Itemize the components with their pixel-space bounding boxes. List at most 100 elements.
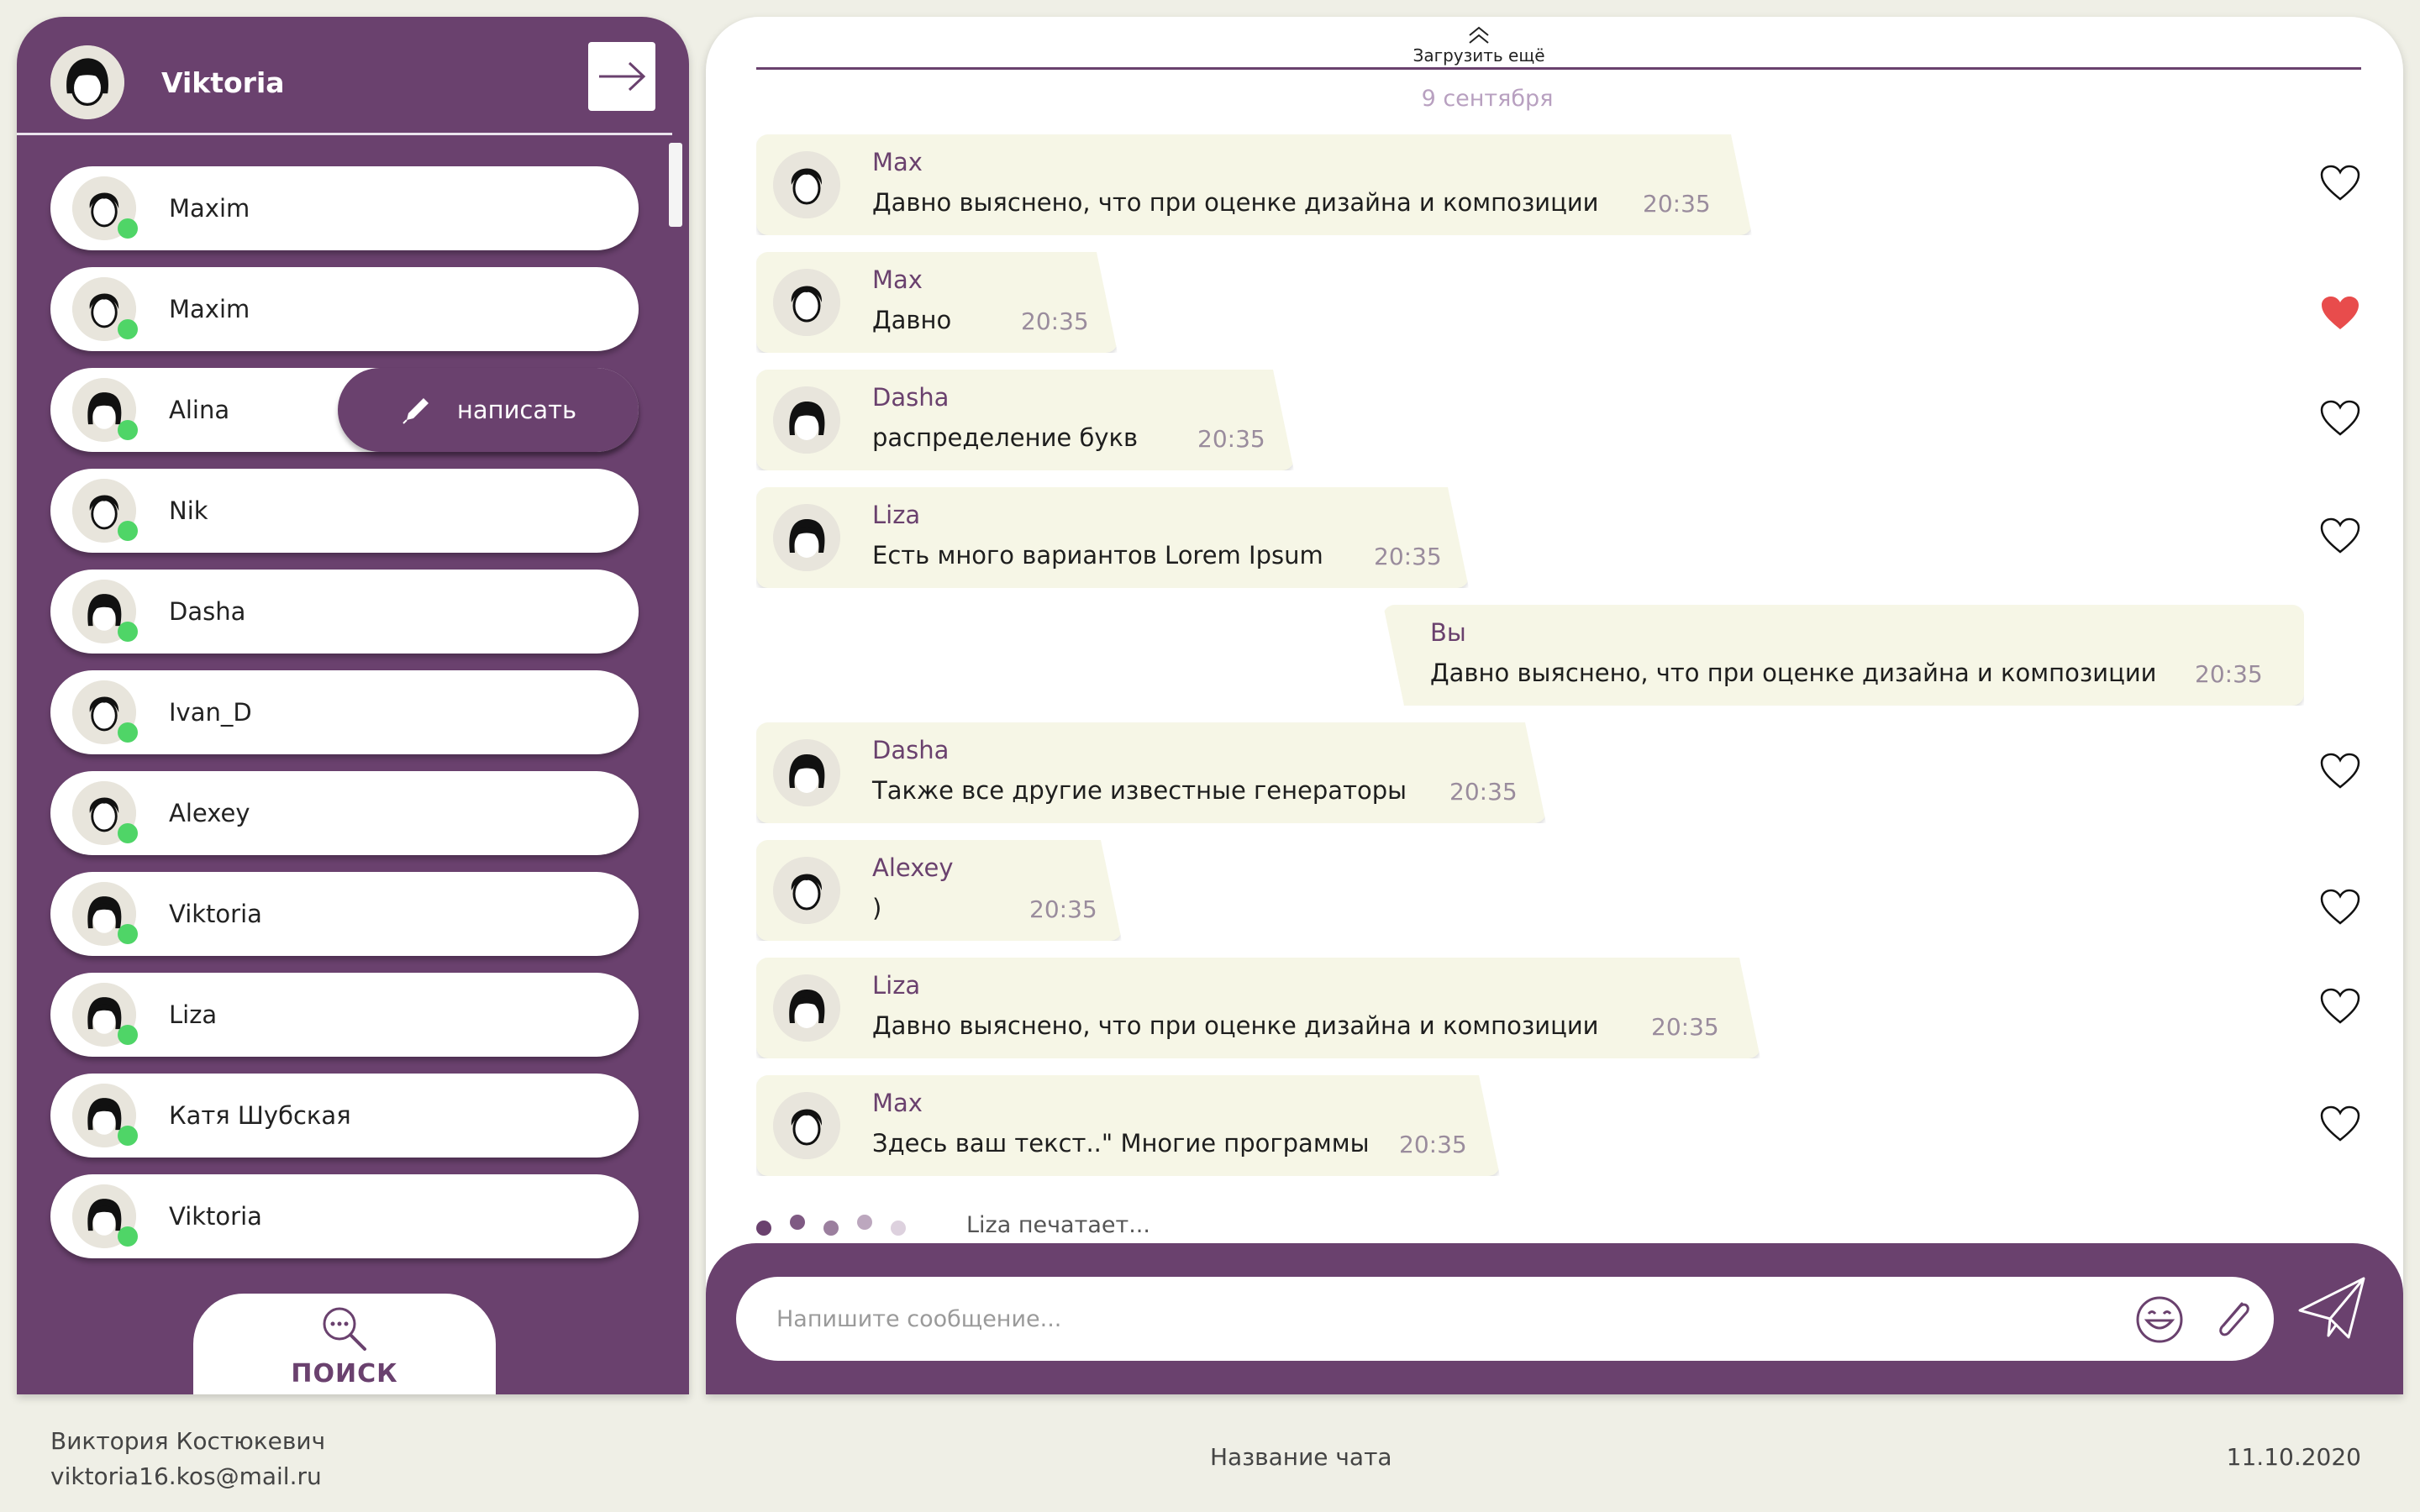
message-bubble: Liza Есть много вариантов Lorem Ipsum 20… [756, 487, 1469, 588]
heart-icon[interactable] [2319, 987, 2361, 1026]
message-time: 20:35 [1197, 425, 1265, 453]
message-time: 20:35 [1399, 1131, 1467, 1158]
write-message-button[interactable]: написать [338, 368, 639, 452]
contact-name: Viktoria [169, 1202, 262, 1231]
heart-icon[interactable] [2319, 888, 2361, 927]
message-author: Max [872, 1089, 923, 1117]
message-text: ) [872, 894, 882, 922]
online-indicator [118, 823, 138, 843]
contact-name: Viktoria [169, 900, 262, 928]
search-button[interactable]: ПОИСК [193, 1294, 496, 1394]
contact-name: Alina [169, 396, 230, 424]
heart-icon[interactable] [2319, 517, 2361, 555]
female-avatar-icon [773, 739, 840, 806]
footer-author-email: viktoria16.kos@mail.ru [50, 1462, 322, 1490]
message-bubble: Max Давно 20:35 [756, 252, 1118, 353]
contacts-scrollbar[interactable] [669, 143, 682, 227]
contact-name: Maxim [169, 295, 250, 323]
typing-dot [857, 1215, 872, 1230]
message-bubble: Dasha распределение букв 20:35 [756, 370, 1294, 470]
sidebar-divider [17, 133, 672, 135]
footer-date: 11.10.2020 [2226, 1443, 2361, 1471]
contact-item[interactable]: Liza [50, 973, 639, 1057]
online-indicator [118, 1126, 138, 1146]
typing-dot [891, 1221, 906, 1236]
contact-name: Ivan_D [169, 698, 252, 727]
typing-dot [823, 1221, 839, 1236]
message-text: распределение букв [872, 423, 1139, 452]
contact-item[interactable]: Viktoria [50, 1174, 639, 1258]
message-bubble: Alexey ) 20:35 [756, 840, 1122, 941]
online-indicator [118, 319, 138, 339]
contact-name: Dasha [169, 597, 246, 626]
contact-item[interactable]: Катя Шубская [50, 1074, 639, 1158]
paperclip-icon[interactable] [2210, 1295, 2257, 1344]
typing-indicator: Liza печатает... [756, 1208, 1150, 1242]
pencil-icon [402, 398, 429, 424]
contact-item[interactable]: Maxim [50, 166, 639, 250]
contact-item[interactable]: Dasha [50, 570, 639, 654]
contacts-list: Maxim Maxim Alina написать Nik Dasha Iva… [50, 166, 639, 1275]
send-icon[interactable] [2296, 1275, 2367, 1342]
contact-name: Катя Шубская [169, 1101, 351, 1130]
online-indicator [118, 924, 138, 944]
write-message-label: написать [456, 396, 577, 424]
message-bubble: Max Здесь ваш текст.." Многие программы … [756, 1075, 1500, 1176]
female-avatar-icon [773, 386, 840, 454]
message-author: Dasha [872, 736, 950, 764]
message-text: Также все другие известные генераторы [872, 776, 1407, 805]
contact-name: Nik [169, 496, 208, 525]
contact-item[interactable]: Alexey [50, 771, 639, 855]
message-text: Давно выяснено, что при оценке дизайна и… [872, 1011, 1599, 1040]
contact-item[interactable]: Alina написать [50, 368, 639, 452]
footer-chat-title: Название чата [1210, 1443, 1392, 1471]
heart-icon[interactable] [2319, 1105, 2361, 1143]
male-avatar-icon [773, 269, 840, 336]
chat-panel: Загрузить ещё 9 сентября Max Давно выясн… [706, 17, 2403, 1394]
heart-icon[interactable] [2319, 164, 2361, 202]
message-text: Давно [872, 306, 952, 334]
current-user-name: Viktoria [161, 66, 285, 99]
message-author: Alexey [872, 853, 954, 882]
online-indicator [118, 622, 138, 642]
message-author: Liza [872, 501, 921, 529]
message-author: Max [872, 265, 923, 294]
female-avatar-icon [773, 974, 840, 1042]
date-separator: 9 сентября [1421, 86, 1554, 112]
logout-button[interactable] [588, 42, 655, 111]
online-indicator [118, 722, 138, 743]
message-input[interactable] [776, 1300, 2020, 1337]
message-author: Max [872, 148, 923, 176]
contact-item[interactable]: Nik [50, 469, 639, 553]
smile-icon[interactable] [2135, 1295, 2184, 1344]
heart-icon-active[interactable] [2319, 294, 2361, 333]
typing-dot [790, 1215, 805, 1230]
online-indicator [118, 521, 138, 541]
current-user: Viktoria [50, 40, 285, 124]
contact-item[interactable]: Ivan_D [50, 670, 639, 754]
message-text: Давно выяснено, что при оценке дизайна и… [1430, 659, 2157, 687]
male-avatar-icon [773, 857, 840, 924]
heart-icon[interactable] [2319, 752, 2361, 790]
heart-icon[interactable] [2319, 399, 2361, 438]
contact-item[interactable]: Viktoria [50, 872, 639, 956]
message-input-container [736, 1277, 2274, 1361]
contact-name: Maxim [169, 194, 250, 223]
message-author: Вы [1430, 618, 1466, 647]
contact-item[interactable]: Maxim [50, 267, 639, 351]
search-label: ПОИСК [291, 1359, 398, 1389]
female-avatar-icon [50, 45, 124, 119]
contact-name: Alexey [169, 799, 250, 827]
online-indicator [118, 1025, 138, 1045]
message-time: 20:35 [1021, 307, 1089, 335]
female-avatar-icon [773, 504, 840, 571]
chat-top-divider [756, 67, 2361, 70]
load-more-button[interactable]: Загрузить ещё [706, 25, 2252, 66]
message-text: Здесь ваш текст.." Многие программы [872, 1129, 1370, 1158]
message-bubble: Dasha Также все другие известные генерат… [756, 722, 1546, 823]
typing-dot [756, 1221, 771, 1236]
contact-name: Liza [169, 1000, 218, 1029]
sidebar: Viktoria Maxim Maxim Alina написать Nik … [17, 17, 689, 1394]
message-text: Давно выяснено, что при оценке дизайна и… [872, 188, 1599, 217]
message-time: 20:35 [1643, 190, 1711, 218]
